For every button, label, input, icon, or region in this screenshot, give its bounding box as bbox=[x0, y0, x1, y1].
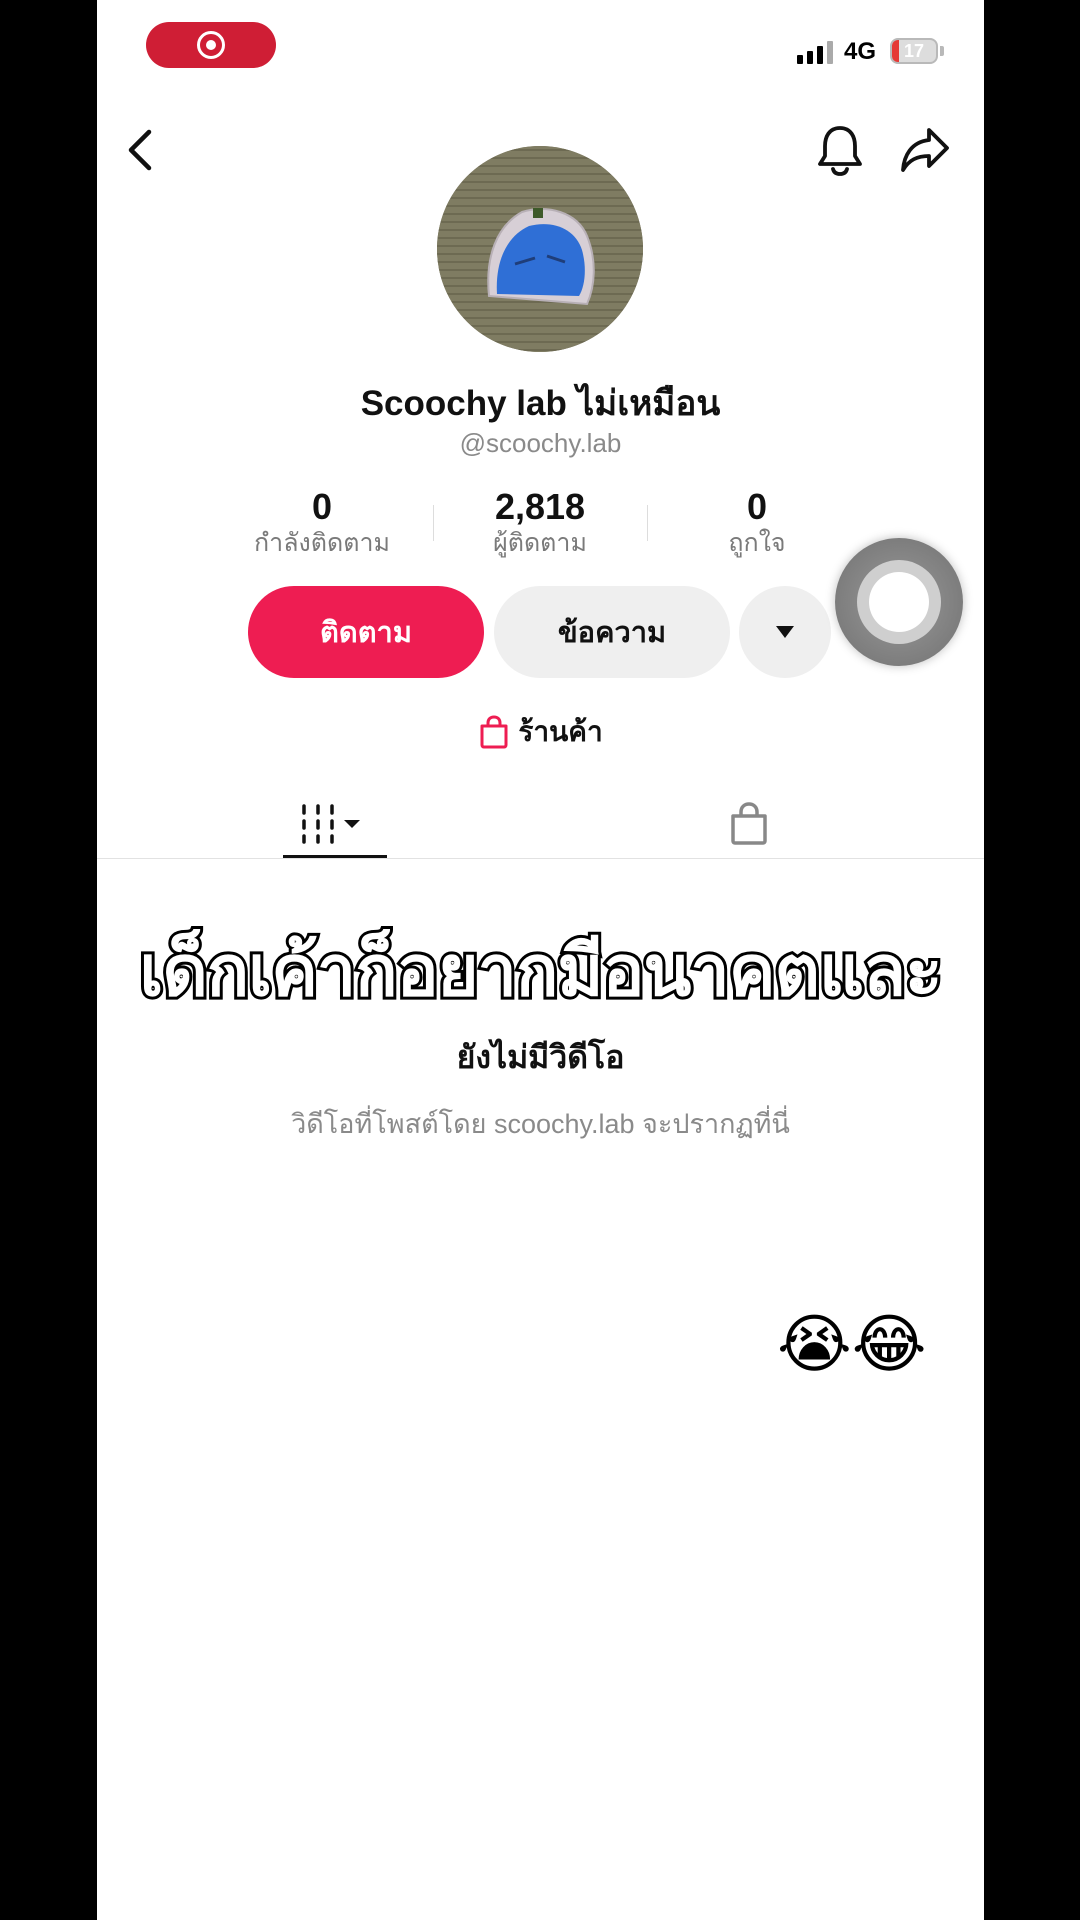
shopping-bag-icon bbox=[731, 802, 767, 845]
record-icon bbox=[197, 31, 225, 59]
battery-tip bbox=[940, 46, 944, 56]
caret-down-icon bbox=[776, 626, 794, 638]
emoji-overlay: 😭😂 bbox=[777, 1308, 927, 1380]
message-button[interactable]: ข้อความ bbox=[494, 586, 730, 678]
share-button[interactable] bbox=[897, 122, 953, 178]
divider bbox=[97, 858, 984, 859]
empty-state-subtitle: วิดีโอที่โพสต์โดย scoochy.lab จะปรากฏที่… bbox=[291, 1109, 790, 1139]
shopping-bag-icon bbox=[480, 715, 508, 749]
empty-state-title: ยังไม่มีวิดีโอ bbox=[456, 1039, 625, 1075]
tab-shop[interactable] bbox=[697, 790, 801, 858]
screen-recording-indicator[interactable] bbox=[146, 22, 276, 68]
bell-icon bbox=[818, 126, 862, 176]
assistive-touch-button[interactable] bbox=[835, 538, 963, 666]
profile-display-name: Scoochy lab ไม่เหมือน bbox=[360, 384, 721, 423]
battery-percent: 17 bbox=[903, 41, 925, 61]
stat-divider bbox=[433, 505, 434, 541]
avatar-image bbox=[437, 146, 643, 352]
signal-strength-icon bbox=[797, 40, 833, 64]
grid-icon bbox=[302, 804, 360, 844]
shop-link[interactable]: ร้านค้า bbox=[97, 710, 984, 754]
notification-bell-button[interactable] bbox=[815, 122, 865, 178]
back-button[interactable] bbox=[117, 125, 161, 175]
stat-divider bbox=[647, 505, 648, 541]
tab-videos[interactable] bbox=[283, 790, 387, 858]
stat-followers[interactable]: 2,818 ผู้ติดตาม bbox=[455, 486, 625, 558]
avatar[interactable] bbox=[437, 146, 643, 352]
following-label: กำลังติดตาม bbox=[254, 529, 390, 557]
chevron-left-icon bbox=[128, 129, 152, 171]
followers-count: 2,818 bbox=[494, 486, 586, 527]
stat-following[interactable]: 0 กำลังติดตาม bbox=[237, 486, 407, 558]
followers-label: ผู้ติดตาม bbox=[493, 529, 587, 557]
more-options-button[interactable] bbox=[739, 586, 831, 678]
follow-button[interactable]: ติดตาม bbox=[248, 586, 484, 678]
stat-likes[interactable]: 0 ถูกใจ bbox=[672, 486, 842, 558]
shop-label: ร้านค้า bbox=[518, 716, 603, 747]
phone-screen: 4G 17 Scoochy lab ไม่เหมือน @scoochy.lab… bbox=[97, 0, 984, 1920]
overlay-caption: เด็กเค้าก็อยากมีอนาคตและ bbox=[136, 929, 945, 1013]
likes-count: 0 bbox=[746, 486, 768, 527]
network-type: 4G bbox=[844, 38, 877, 65]
battery-icon: 17 bbox=[890, 38, 938, 64]
following-count: 0 bbox=[311, 486, 333, 527]
likes-label: ถูกใจ bbox=[728, 529, 786, 557]
share-arrow-icon bbox=[901, 128, 949, 172]
profile-username: @scoochy.lab bbox=[459, 428, 622, 458]
